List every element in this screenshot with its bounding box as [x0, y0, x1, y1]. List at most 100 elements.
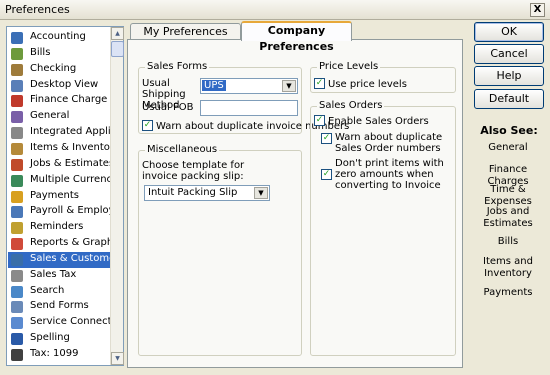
sales-tax-icon: [11, 269, 23, 282]
payroll-employees-icon: [11, 206, 23, 219]
sidebar-item[interactable]: General: [8, 109, 111, 125]
sidebar-item-label: Checking: [30, 62, 77, 74]
general-icon: [11, 111, 23, 124]
sidebar-item-label: Multiple Currencies: [30, 173, 111, 185]
template-label: Choose template for invoice packing slip…: [142, 160, 245, 182]
sidebar-item[interactable]: Search: [8, 284, 111, 300]
jobs-estimates-icon: [11, 158, 23, 171]
window-title: Preferences: [5, 3, 70, 16]
category-scrollbar[interactable]: ▲ ▼: [110, 27, 124, 365]
sidebar-item[interactable]: Items & Inventory: [8, 141, 111, 157]
sidebar-item-label: Payments: [30, 189, 79, 201]
sidebar-item[interactable]: Payroll & Employees: [8, 204, 111, 220]
category-list-items: Accounting Bills Checking Desktop View Finan…: [7, 27, 111, 365]
also-see-title: Also See:: [480, 124, 538, 137]
cancel-button[interactable]: Cancel: [474, 44, 544, 64]
enable-sales-orders-checkbox[interactable]: ✓: [314, 115, 325, 126]
sidebar-item-label: Integrated Applicatio: [30, 126, 111, 138]
search-icon: [11, 285, 23, 298]
warn-dup-sales-order-label: Warn about duplicate Sales Order numbers: [335, 132, 443, 154]
chevron-down-icon[interactable]: ▼: [282, 80, 296, 92]
shipping-method-select[interactable]: UPS ▼: [200, 78, 298, 94]
desktop-view-icon: [11, 79, 23, 92]
sidebar-item-label: General: [30, 110, 70, 122]
sidebar-item-label: Payroll & Employees: [30, 205, 111, 217]
scroll-thumb[interactable]: [111, 41, 124, 57]
sidebar-item[interactable]: Accounting: [8, 30, 111, 46]
sidebar-item-label: Spelling: [30, 332, 70, 344]
accounting-icon: [11, 32, 23, 44]
title-bar: Preferences X: [0, 0, 550, 20]
reports-graphs-icon: [11, 238, 23, 251]
sidebar-item[interactable]: Jobs & Estimates: [8, 157, 111, 173]
tax-1099-icon: [11, 349, 23, 361]
sidebar-item-label: Items & Inventory: [30, 141, 111, 153]
preferences-dialog: Accounting Bills Checking Desktop View Finan…: [0, 20, 550, 375]
integrated-apps-icon: [11, 127, 23, 140]
close-icon[interactable]: X: [530, 3, 545, 17]
default-button[interactable]: Default: [474, 89, 544, 109]
multiple-currencies-icon: [11, 174, 23, 187]
sidebar-item[interactable]: Checking: [8, 62, 111, 78]
sales-forms-legend: Sales Forms: [145, 61, 210, 72]
sidebar-item-label: Send Forms: [30, 300, 89, 312]
sidebar-item[interactable]: Reminders: [8, 220, 111, 236]
finance-charge-icon: [11, 95, 23, 108]
sidebar-item-label: Finance Charge: [30, 94, 108, 106]
sidebar-item[interactable]: Sales & Customers: [8, 251, 111, 268]
warn-dup-invoice-checkbox[interactable]: ✓: [142, 120, 153, 131]
help-button[interactable]: Help: [474, 66, 544, 86]
tab-my-preferences-label: My Preferences: [143, 25, 228, 38]
sidebar-item-label: Tax: 1099: [30, 348, 79, 359]
sidebar-item[interactable]: Payments: [8, 189, 111, 205]
sidebar-item-label: Reminders: [30, 221, 84, 233]
payments-icon: [11, 190, 23, 203]
ok-button[interactable]: OK: [474, 22, 544, 42]
warn-dup-sales-order-checkbox[interactable]: ✓: [321, 133, 332, 144]
fob-field[interactable]: [200, 100, 298, 116]
sales-orders-legend: Sales Orders: [317, 100, 385, 111]
tab-company-preferences-label: Company Preferences: [259, 24, 334, 53]
use-price-levels-label: Use price levels: [328, 79, 407, 90]
sidebar-item[interactable]: Finance Charge: [8, 93, 111, 109]
sidebar-item[interactable]: Reports & Graphs: [8, 236, 111, 252]
also-see-link-items-inventory[interactable]: Items and Inventory: [468, 256, 548, 280]
sidebar-item[interactable]: Tax: 1099: [8, 347, 111, 363]
sidebar-item-label: Desktop View: [30, 78, 99, 90]
sidebar-item[interactable]: Desktop View: [8, 78, 111, 94]
service-connection-icon: [11, 317, 23, 330]
enable-sales-orders-label: Enable Sales Orders: [328, 116, 429, 127]
sidebar-item[interactable]: Multiple Currencies: [8, 173, 111, 189]
sidebar-item-label: Service Connection: [30, 316, 111, 328]
send-forms-icon: [11, 301, 23, 314]
sidebar-item[interactable]: Bills: [8, 46, 111, 62]
sidebar-item[interactable]: Send Forms: [8, 299, 111, 315]
also-see-link-jobs-estimates[interactable]: Jobs and Estimates: [468, 206, 548, 230]
sidebar-item-label: Sales & Customers: [30, 252, 111, 264]
sidebar-item-label: Bills: [30, 46, 51, 58]
sidebar-item-label: Jobs & Estimates: [30, 157, 111, 169]
sidebar-item[interactable]: Sales Tax: [8, 268, 111, 284]
also-see-link-general[interactable]: General: [468, 142, 548, 154]
scroll-down-icon[interactable]: ▼: [111, 352, 124, 365]
also-see-link-bills[interactable]: Bills: [468, 236, 548, 248]
scroll-up-icon[interactable]: ▲: [111, 27, 124, 40]
packing-slip-template-select[interactable]: Intuit Packing Slip ▼: [144, 185, 270, 201]
miscellaneous-legend: Miscellaneous: [145, 144, 220, 155]
sidebar-item-label: Sales Tax: [30, 268, 77, 280]
chevron-down-icon[interactable]: ▼: [254, 187, 268, 199]
sidebar-item[interactable]: Spelling: [8, 331, 111, 347]
also-see-link-time-expenses[interactable]: Time & Expenses: [468, 184, 548, 208]
tab-company-preferences[interactable]: Company Preferences: [241, 21, 352, 53]
sidebar-item[interactable]: Integrated Applicatio: [8, 125, 111, 141]
preferences-category-list[interactable]: Accounting Bills Checking Desktop View Finan…: [6, 26, 124, 366]
dont-print-zero-label: Don't print items with zero amounts when…: [335, 158, 444, 191]
spelling-icon: [11, 333, 23, 346]
bills-icon: [11, 47, 23, 60]
items-inventory-icon: [11, 142, 23, 155]
sidebar-item[interactable]: Service Connection: [8, 315, 111, 331]
dont-print-zero-checkbox[interactable]: ✓: [321, 169, 332, 180]
also-see-link-payments[interactable]: Payments: [468, 287, 548, 299]
company-preferences-panel: Sales Forms Usual Shipping Method UPS ▼ …: [127, 39, 463, 368]
use-price-levels-checkbox[interactable]: ✓: [314, 78, 325, 89]
